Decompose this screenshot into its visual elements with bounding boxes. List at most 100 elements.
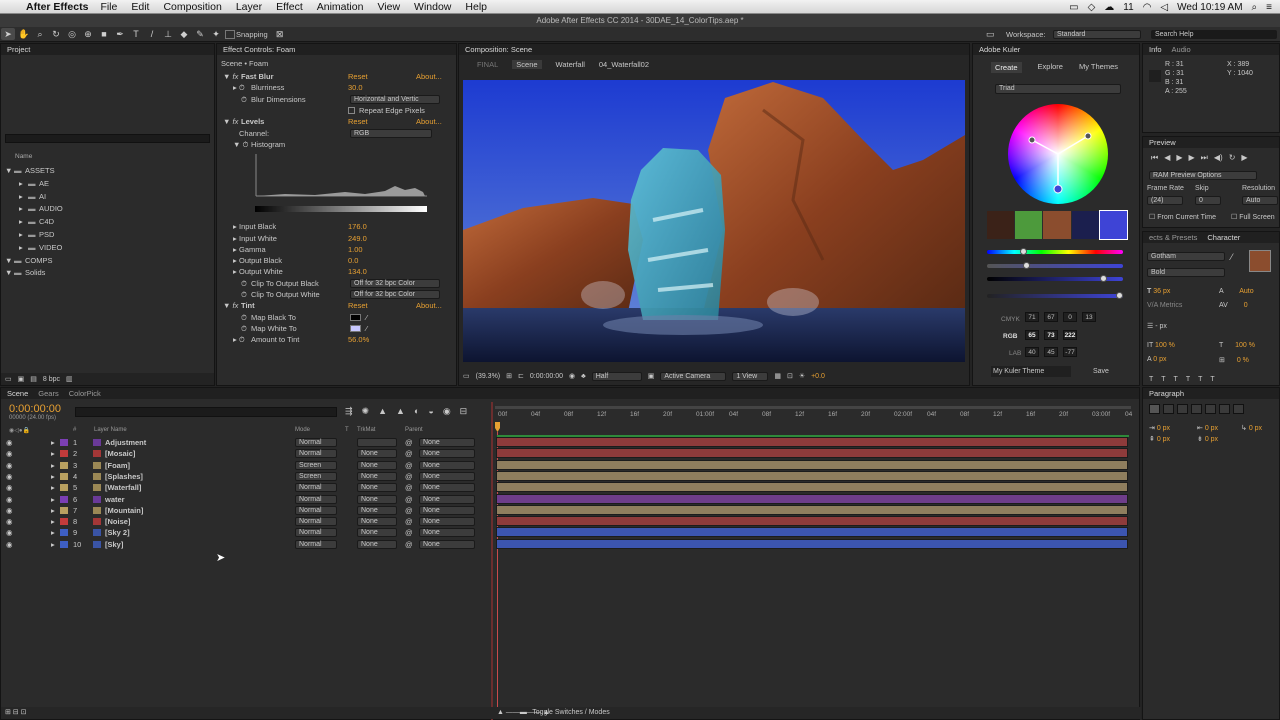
layer-name[interactable]: [Waterfall] bbox=[105, 482, 141, 493]
align-center-icon[interactable] bbox=[1163, 404, 1174, 414]
eyedropper-icon[interactable]: ⁄ bbox=[1231, 252, 1233, 262]
project-item[interactable]: ▸ ▬ AUDIO bbox=[1, 203, 214, 214]
clip-black-select[interactable]: Off for 32 bpc Color bbox=[350, 279, 440, 288]
expand-arrow-icon[interactable]: ▸ bbox=[19, 216, 23, 227]
kuler-swatch[interactable] bbox=[987, 211, 1015, 239]
layer-name[interactable]: Adjustment bbox=[105, 437, 146, 448]
indent-left-value[interactable]: 0 px bbox=[1157, 425, 1170, 432]
project-item[interactable]: ▼ ▬ Solids bbox=[1, 267, 214, 278]
fast-blur-about[interactable]: About... bbox=[416, 71, 442, 82]
parent-select[interactable]: None bbox=[419, 449, 475, 459]
layer-duration-bar[interactable] bbox=[496, 448, 1128, 459]
align-right-icon[interactable] bbox=[1177, 404, 1188, 414]
timeline-tab-colorpick[interactable]: ColorPick bbox=[69, 388, 101, 399]
map-black-swatch[interactable] bbox=[350, 314, 361, 321]
region-icon[interactable]: ▣ bbox=[648, 372, 655, 380]
num-column[interactable]: # bbox=[73, 427, 76, 433]
kuler-swatch[interactable] bbox=[1071, 211, 1099, 239]
expand-arrow-icon[interactable]: ▼ bbox=[5, 165, 12, 176]
project-item[interactable]: ▸ ▬ PSD bbox=[1, 229, 214, 240]
align-left-icon[interactable] bbox=[1149, 404, 1160, 414]
parent-select[interactable]: None bbox=[419, 438, 475, 447]
tint-about[interactable]: About... bbox=[416, 300, 442, 311]
track-matte-select[interactable]: None bbox=[357, 539, 397, 549]
label-color-swatch[interactable] bbox=[60, 529, 68, 537]
twirl-arrow-icon[interactable]: ▸ bbox=[51, 437, 55, 448]
parent-select[interactable]: None bbox=[419, 494, 475, 504]
rgb-value-field[interactable]: 222 bbox=[1063, 330, 1077, 340]
comp-viewport[interactable] bbox=[463, 80, 965, 362]
lab-value-field[interactable]: -77 bbox=[1063, 347, 1077, 357]
justify-last-left-icon[interactable] bbox=[1191, 404, 1202, 414]
vertical-scale-value[interactable]: 100 % bbox=[1155, 342, 1175, 349]
label-color-swatch[interactable] bbox=[60, 450, 68, 458]
track-matte-select[interactable]: None bbox=[357, 460, 397, 470]
camera-tool-icon[interactable]: ◎ bbox=[65, 28, 79, 40]
snapping-checkbox[interactable] bbox=[225, 29, 235, 39]
menu-effect[interactable]: Effect bbox=[276, 1, 303, 13]
levels-about[interactable]: About... bbox=[416, 116, 442, 127]
layer-name[interactable]: [Sky 2] bbox=[105, 527, 130, 538]
layer-name[interactable]: [Noise] bbox=[105, 516, 130, 527]
preview-tab[interactable]: Preview bbox=[1149, 137, 1176, 148]
layer-row[interactable]: ◉ ▸ 6 water Normal None @ None bbox=[1, 494, 491, 505]
loop-icon[interactable]: ↻ bbox=[1229, 153, 1236, 163]
fast-blur-reset[interactable]: Reset bbox=[348, 71, 368, 82]
list-icon[interactable]: ≡ bbox=[1266, 2, 1272, 13]
eye-icon[interactable]: ◉ bbox=[6, 516, 13, 527]
graph-editor-icon[interactable]: ◒ bbox=[428, 406, 433, 417]
rgb-value-field[interactable]: 73 bbox=[1044, 330, 1058, 340]
baseline-shift-value[interactable]: 0 px bbox=[1153, 356, 1166, 363]
twirl-arrow-icon[interactable]: ▸ bbox=[51, 505, 55, 516]
space-before-value[interactable]: 0 px bbox=[1157, 436, 1170, 443]
info-tab[interactable]: Info bbox=[1149, 44, 1162, 55]
mode-column[interactable]: Mode bbox=[295, 427, 310, 433]
timeline-tab-scene[interactable]: Scene bbox=[7, 388, 28, 399]
search-help-input[interactable]: Search Help bbox=[1151, 30, 1277, 39]
blend-mode-select[interactable]: Normal bbox=[295, 528, 337, 538]
track-matte-select[interactable]: None bbox=[357, 483, 397, 493]
label-color-swatch[interactable] bbox=[60, 506, 68, 514]
timeline-search-input[interactable] bbox=[75, 407, 337, 417]
layer-row[interactable]: ◉ ▸ 1 Adjustment Normal @ None bbox=[1, 437, 491, 448]
track-matte-select[interactable]: None bbox=[357, 505, 397, 515]
blend-mode-select[interactable]: Normal bbox=[295, 438, 337, 447]
twirl-arrow-icon[interactable]: ▸ bbox=[51, 494, 55, 505]
hue-slider[interactable] bbox=[987, 248, 1123, 255]
text-style-buttons[interactable]: TTTTTT bbox=[1149, 376, 1223, 383]
expand-arrow-icon[interactable]: ▸ bbox=[19, 191, 23, 202]
from-current-checkbox[interactable]: ☐ From Current Time bbox=[1149, 213, 1216, 221]
new-folder-icon[interactable]: ▣ bbox=[18, 375, 25, 383]
layer-duration-bar[interactable] bbox=[496, 482, 1128, 493]
pickwhip-icon[interactable]: @ bbox=[405, 494, 413, 505]
snap-options-icon[interactable]: ⊠ bbox=[273, 28, 287, 40]
track-matte-select[interactable]: None bbox=[357, 471, 397, 481]
resolution-select[interactable]: Half bbox=[591, 371, 642, 381]
last-frame-icon[interactable]: ⏭ bbox=[1201, 153, 1208, 163]
playhead[interactable] bbox=[495, 422, 500, 432]
font-family-select[interactable]: Gotham bbox=[1147, 252, 1225, 261]
cmyk-value-field[interactable]: 0 bbox=[1063, 312, 1077, 322]
search-icon[interactable]: ⌕ bbox=[1252, 2, 1258, 13]
clone-tool-icon[interactable]: ⊥ bbox=[161, 28, 175, 40]
composition-tab[interactable]: Composition: Scene bbox=[465, 44, 532, 55]
rotate-tool-icon[interactable]: ↻ bbox=[49, 28, 63, 40]
layer-name[interactable]: [Sky] bbox=[105, 539, 123, 550]
safe-zones-icon[interactable]: ⊞ bbox=[506, 372, 512, 380]
pickwhip-icon[interactable]: @ bbox=[405, 539, 413, 550]
eye-icon[interactable]: ◉ bbox=[6, 471, 13, 482]
kuler-tab[interactable]: Adobe Kuler bbox=[979, 44, 1020, 55]
track-matte-select[interactable]: None bbox=[357, 517, 397, 527]
pickwhip-icon[interactable]: @ bbox=[405, 527, 413, 538]
project-search-input[interactable] bbox=[5, 134, 210, 143]
blend-mode-select[interactable]: Normal bbox=[295, 505, 337, 515]
menu-window[interactable]: Window bbox=[414, 1, 451, 13]
layer-name-column[interactable]: Layer Name bbox=[94, 427, 127, 433]
cmyk-value-field[interactable]: 13 bbox=[1082, 312, 1096, 322]
output-white-value[interactable]: 134.0 bbox=[348, 266, 367, 277]
app-menu[interactable]: After Effects bbox=[26, 1, 88, 13]
new-comp-icon[interactable]: ▤ bbox=[30, 375, 37, 383]
track-matte-select[interactable]: None bbox=[357, 494, 397, 504]
timeline-tab-gears[interactable]: Gears bbox=[38, 388, 58, 399]
pickwhip-icon[interactable]: @ bbox=[405, 471, 413, 482]
